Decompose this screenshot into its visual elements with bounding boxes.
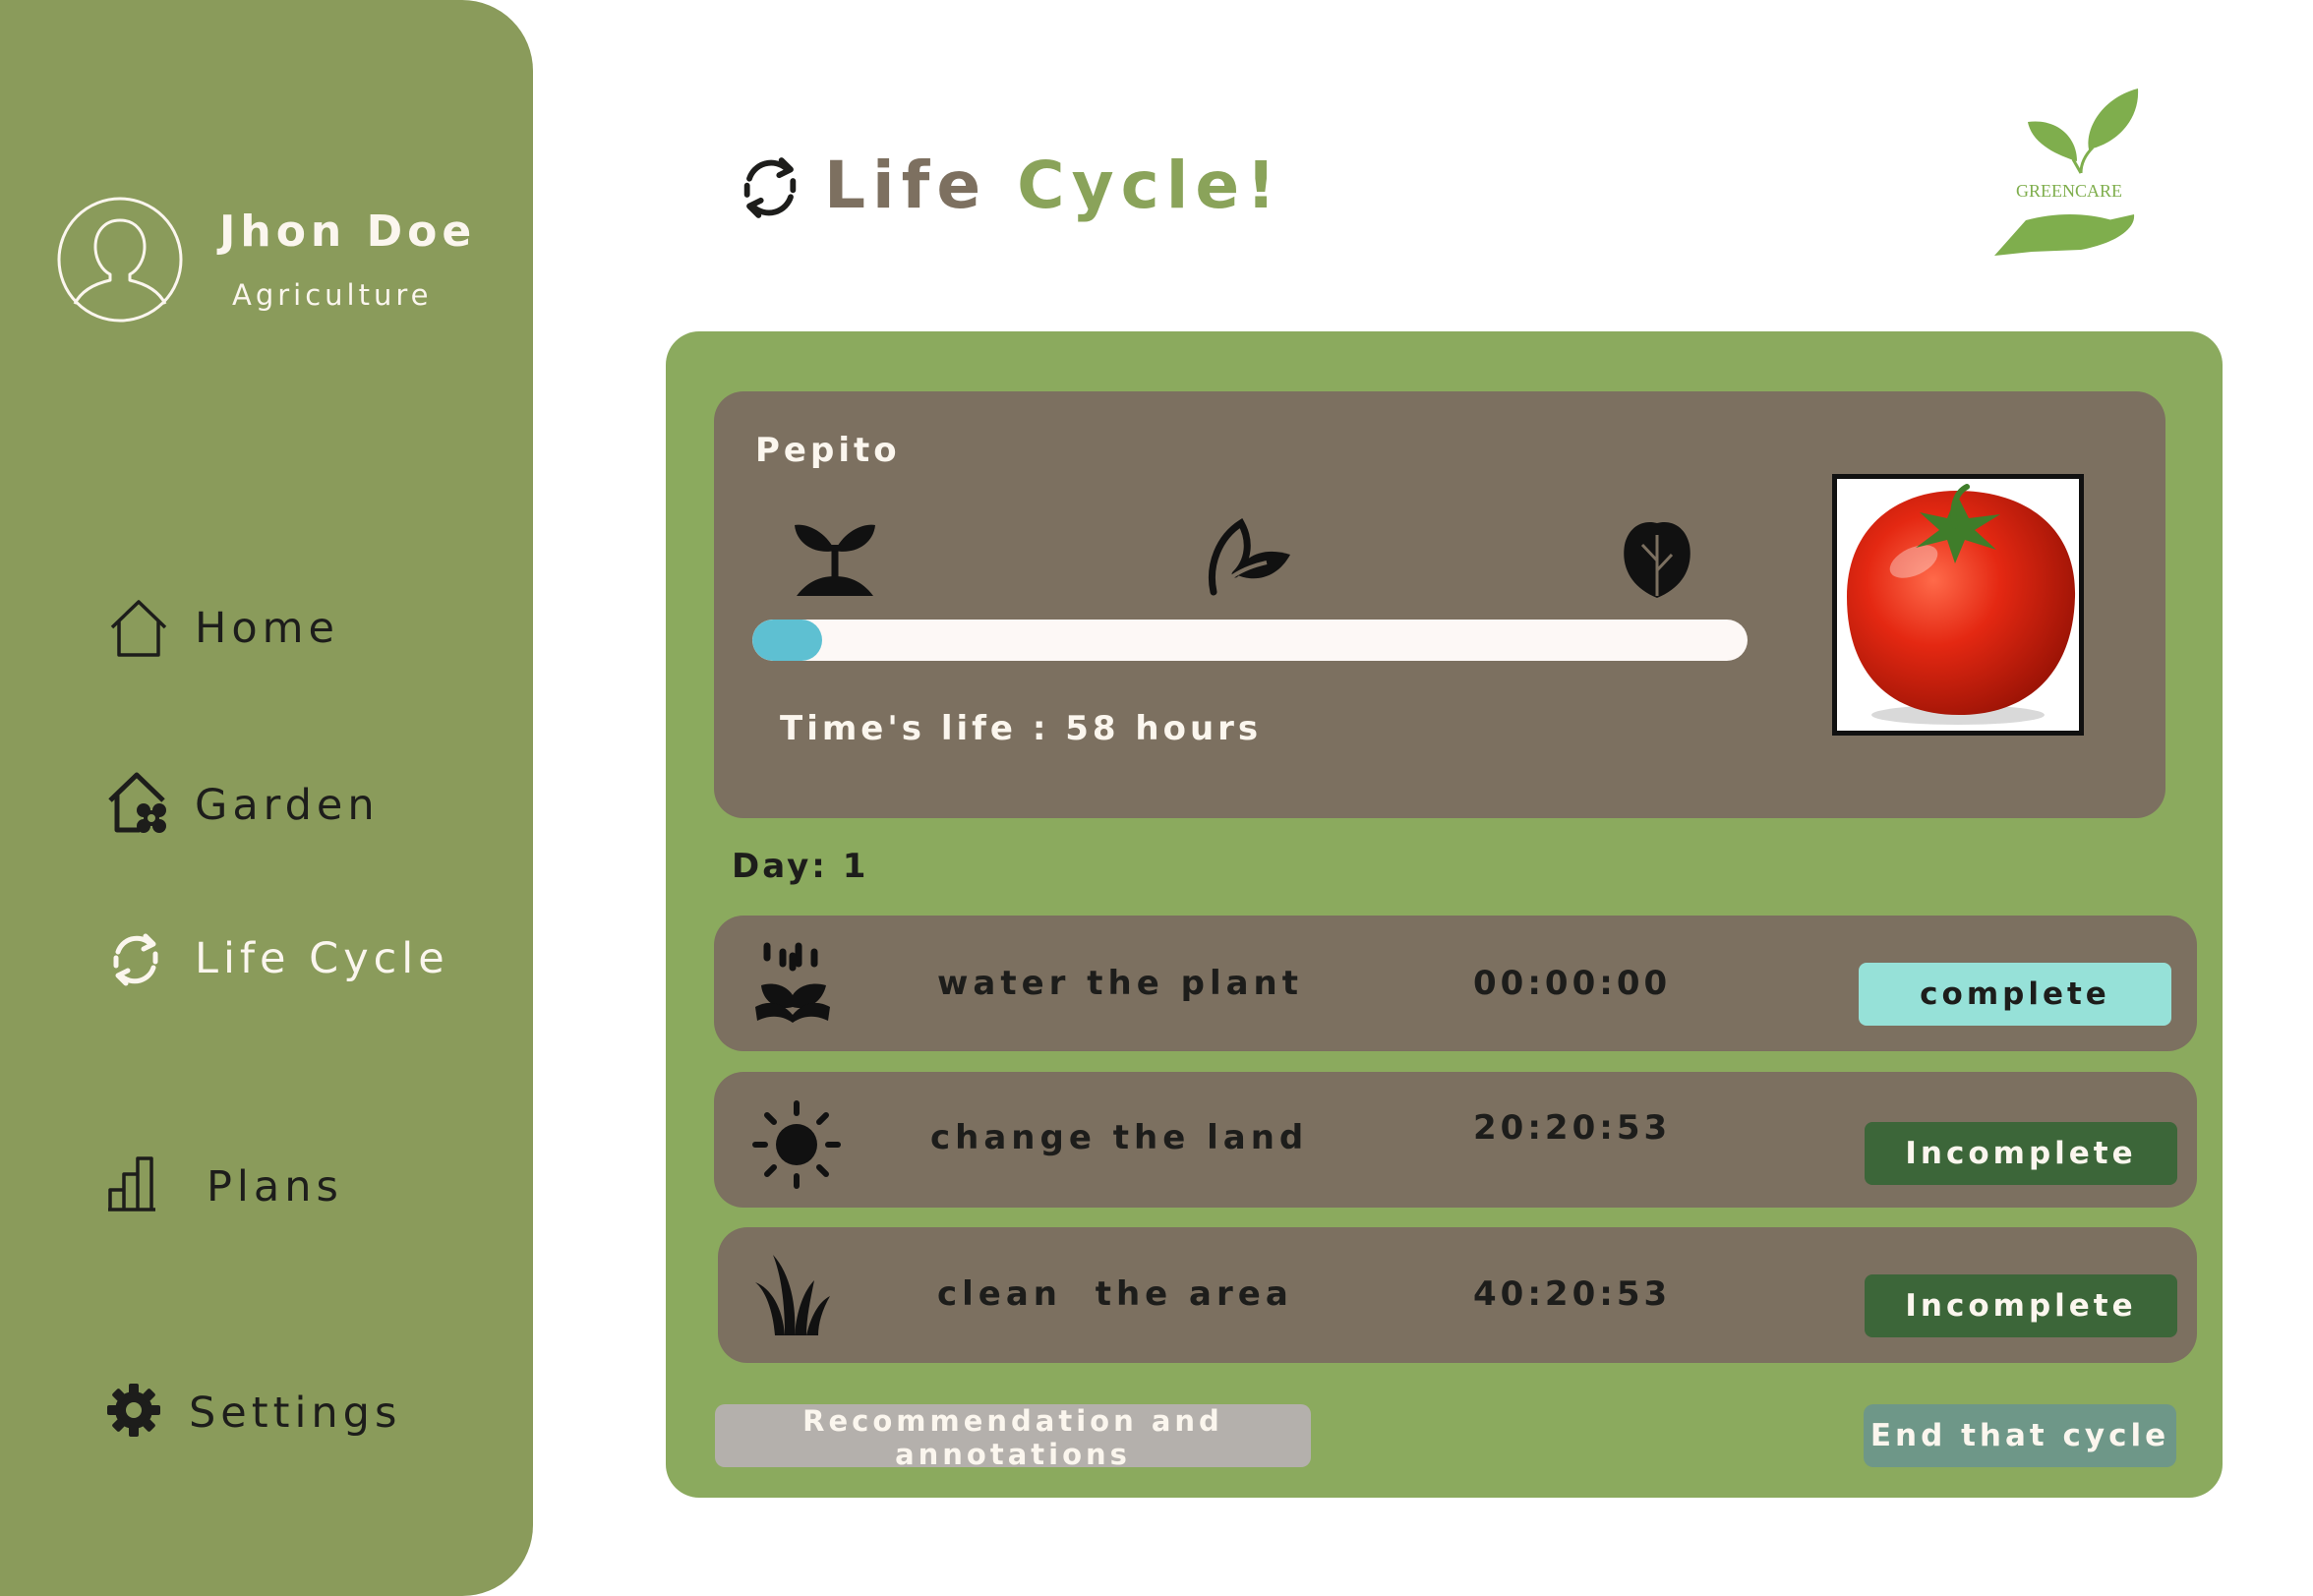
gear-icon bbox=[107, 1384, 160, 1437]
growth-progress-bar bbox=[752, 620, 1748, 661]
leaf-icon bbox=[1208, 518, 1290, 596]
sprout-icon bbox=[795, 524, 875, 596]
sidebar-item-life-cycle[interactable]: Life Cycle bbox=[98, 924, 511, 1003]
grass-icon bbox=[755, 1255, 830, 1335]
sidebar-item-label: Garden bbox=[195, 781, 380, 830]
lettuce-icon bbox=[1624, 521, 1690, 598]
logo-text: GREENCARE bbox=[2016, 181, 2122, 201]
sidebar-item-label: Settings bbox=[189, 1389, 402, 1438]
time-life-text: Time's life : 58 hours bbox=[780, 709, 1263, 748]
sidebar-item-home[interactable]: Home bbox=[98, 590, 511, 669]
page-title-part2: Cycle! bbox=[1017, 148, 1283, 223]
garden-house-icon bbox=[108, 772, 166, 833]
task-time: 00:00:00 bbox=[1473, 964, 1672, 1003]
sidebar-item-settings[interactable]: Settings bbox=[98, 1375, 511, 1453]
tomato-image bbox=[1832, 474, 2084, 736]
user-avatar-icon bbox=[57, 197, 183, 323]
sun-icon bbox=[752, 1100, 841, 1189]
recycle-icon bbox=[113, 933, 158, 986]
greencare-logo: GREENCARE bbox=[1994, 89, 2139, 256]
task-status-button[interactable]: complete bbox=[1859, 963, 2171, 1026]
sidebar-item-garden[interactable]: Garden bbox=[98, 767, 511, 846]
task-name: clean the area bbox=[937, 1274, 1293, 1314]
task-time: 20:20:53 bbox=[1473, 1108, 1672, 1148]
end-cycle-button[interactable]: End that cycle bbox=[1864, 1404, 2176, 1467]
sidebar-item-label: Plans bbox=[207, 1162, 343, 1212]
day-label: Day: 1 bbox=[732, 847, 869, 886]
task-status-button[interactable]: Incomplete bbox=[1865, 1274, 2177, 1337]
sidebar: Jhon Doe Agriculture Home Garden Life Cy… bbox=[0, 0, 533, 1596]
task-status-button[interactable]: Incomplete bbox=[1865, 1122, 2177, 1185]
task-name: change the land bbox=[930, 1118, 1309, 1157]
recommendation-button[interactable]: Recommendation and annotations bbox=[715, 1404, 1311, 1471]
growth-progress-fill bbox=[752, 620, 822, 661]
task-time: 40:20:53 bbox=[1473, 1274, 1672, 1314]
sidebar-item-label: Life Cycle bbox=[195, 934, 449, 983]
user-role: Agriculture bbox=[232, 278, 433, 312]
recycle-icon bbox=[743, 157, 797, 218]
bar-chart-icon bbox=[108, 1156, 155, 1212]
sidebar-item-plans[interactable]: Plans bbox=[98, 1149, 511, 1227]
watering-hand-icon bbox=[755, 942, 830, 1023]
task-name: water the plant bbox=[937, 964, 1304, 1003]
user-name: Jhon Doe bbox=[219, 207, 477, 257]
sidebar-item-label: Home bbox=[195, 604, 339, 653]
plant-name: Pepito bbox=[755, 431, 901, 470]
page-title: Life Cycle! bbox=[824, 148, 1282, 223]
page-title-part1: Life bbox=[824, 148, 988, 223]
home-icon bbox=[110, 600, 167, 657]
